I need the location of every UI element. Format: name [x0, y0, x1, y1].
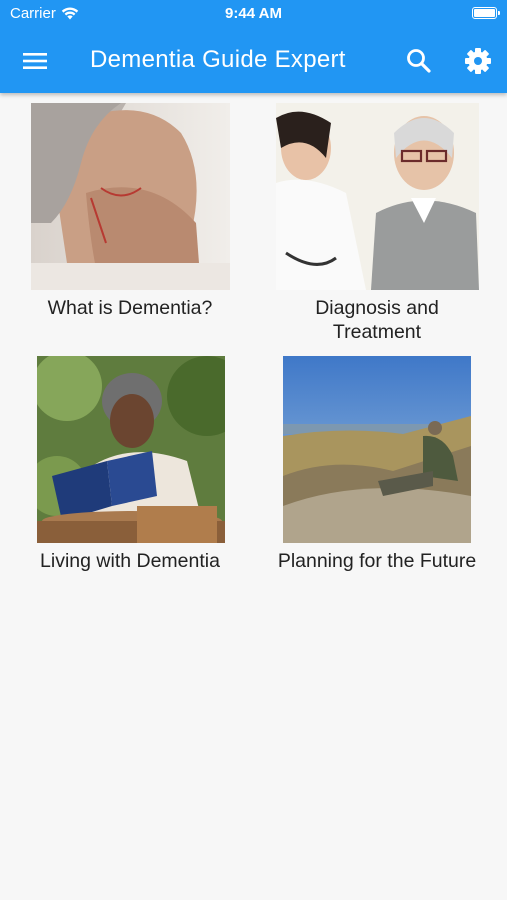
topic-tile-diagnosis-treatment[interactable]: Diagnosis and Treatment: [267, 103, 487, 348]
topic-label: Living with Dementia: [40, 550, 220, 572]
hamburger-menu-icon[interactable]: [20, 48, 50, 74]
topic-image-mountain-rest: [283, 356, 471, 543]
status-time: 9:44 AM: [225, 5, 282, 22]
topic-tile-planning-for-future[interactable]: Planning for the Future: [267, 356, 487, 576]
topic-label: Planning for the Future: [277, 550, 477, 572]
topic-label: Diagnosis and Treatment: [315, 297, 439, 343]
app-title: Dementia Guide Expert: [90, 46, 346, 73]
search-icon[interactable]: [404, 46, 434, 76]
status-bar: Carrier 9:44 AM: [0, 0, 507, 28]
gear-icon[interactable]: [462, 45, 494, 77]
topic-tile-living-with-dementia[interactable]: Living with Dementia: [20, 356, 240, 576]
topic-label: What is Dementia?: [47, 297, 213, 319]
topic-image-woman-reading: [37, 356, 225, 543]
topic-image-doctor-patient: [276, 103, 479, 290]
topic-tile-what-is-dementia[interactable]: What is Dementia?: [20, 103, 240, 323]
app-bar: Carrier 9:44 AM Dementia Guide Expert: [0, 0, 507, 93]
topic-image-elderly-woman: [31, 103, 230, 290]
battery-icon: [472, 7, 500, 19]
toolbar: Dementia Guide Expert: [0, 28, 507, 93]
